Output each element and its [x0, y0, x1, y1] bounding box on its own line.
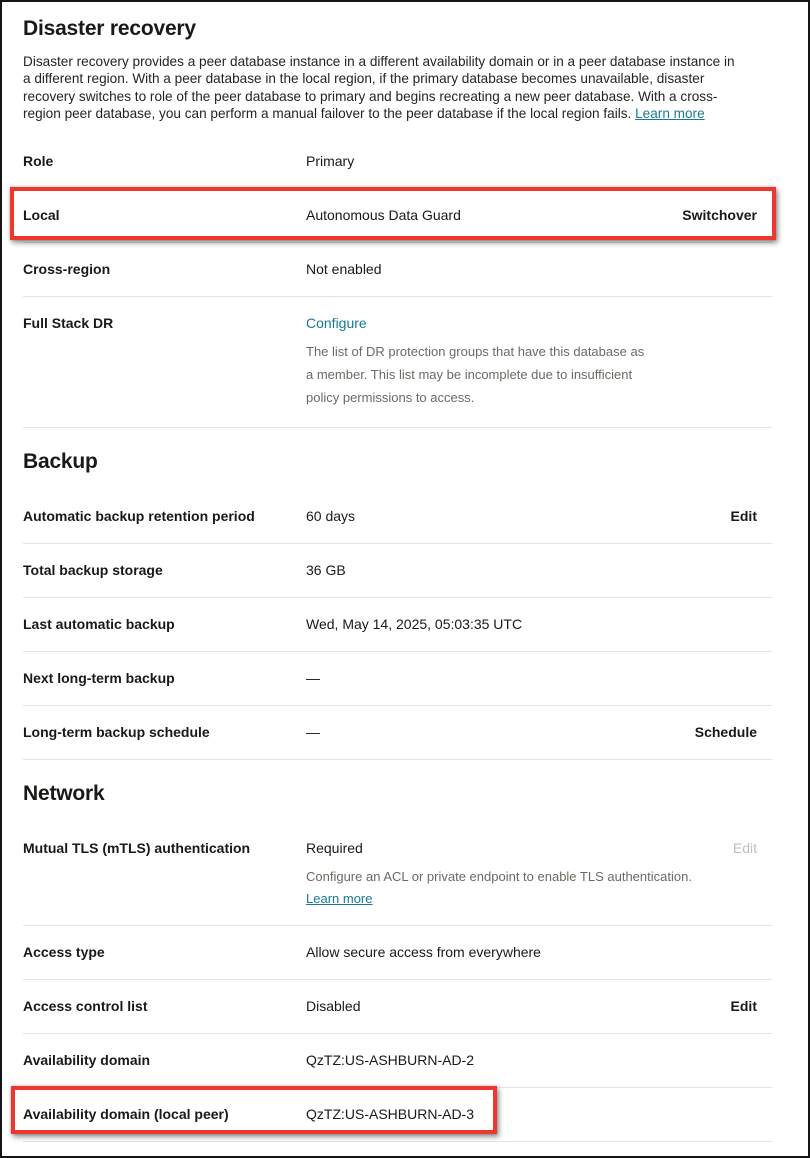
row-value: Not enabled: [306, 261, 382, 277]
row-description-line: a member. This list may be incomplete du…: [306, 363, 726, 386]
row-cross-region: Cross-regionNot enabled: [23, 243, 772, 297]
section-rows-backup: Automatic backup retention period60 days…: [23, 490, 772, 760]
action-schedule[interactable]: Schedule: [683, 724, 757, 741]
section-backup: Backup Automatic backup retention period6…: [23, 450, 772, 760]
row-value-col: Required Configure an ACL or private endp…: [306, 840, 721, 907]
learn-more-link[interactable]: Learn more: [306, 890, 372, 907]
row-value: QzTZ:US-ASHBURN-AD-2: [306, 1052, 474, 1068]
row-value-col: Disabled: [306, 998, 719, 1015]
row-value-col: —: [306, 724, 683, 741]
row-value-col: QzTZ:US-ASHBURN-AD-3: [306, 1106, 772, 1123]
row-label: Availability domain (local peer): [23, 1106, 306, 1123]
configure-link[interactable]: Configure: [306, 315, 367, 331]
row-label: Long-term backup schedule: [23, 724, 306, 741]
row-value-col: 36 GB: [306, 562, 772, 579]
action-switchover[interactable]: Switchover: [670, 207, 757, 224]
section-title-backup: Backup: [23, 450, 772, 474]
row-value-col: —: [306, 670, 772, 687]
row-label: Mutual TLS (mTLS) authentication: [23, 840, 306, 857]
row-value: 60 days: [306, 508, 355, 524]
row-value-col: Primary: [306, 153, 772, 170]
settings-page: Disaster recovery Disaster recovery provi…: [0, 0, 810, 1158]
row-label: Availability domain: [23, 1052, 306, 1069]
row-value-col: Allow secure access from everywhere: [306, 944, 772, 961]
row-description-line: The list of DR protection groups that ha…: [306, 340, 726, 363]
row-value: —: [306, 724, 320, 740]
row-last-automatic-backup: Last automatic backupWed, May 14, 2025, …: [23, 598, 772, 652]
row-label: Access type: [23, 944, 306, 961]
row-automatic-backup-retention-period: Automatic backup retention period60 days…: [23, 490, 772, 544]
learn-more-link[interactable]: Learn more: [635, 106, 705, 121]
row-value: Wed, May 14, 2025, 05:03:35 UTC: [306, 616, 522, 632]
row-label: Full Stack DR: [23, 315, 306, 332]
row-label: Last automatic backup: [23, 616, 306, 633]
row-value: 36 GB: [306, 562, 346, 578]
row-long-term-backup-schedule: Long-term backup schedule— Schedule: [23, 706, 772, 760]
row-value-col: Autonomous Data Guard: [306, 207, 670, 224]
row-value: QzTZ:US-ASHBURN-AD-3: [306, 1106, 474, 1122]
row-availability-domain-local-peer: Availability domain (local peer)QzTZ:US-…: [23, 1088, 772, 1142]
action-edit[interactable]: Edit: [719, 998, 757, 1015]
row-label: Role: [23, 153, 306, 170]
row-description: Configure an ACL or private endpoint to …: [306, 865, 721, 888]
row-description-line: Configure an ACL or private endpoint to …: [306, 865, 721, 888]
row-value: —: [306, 670, 320, 686]
row-value-col: Wed, May 14, 2025, 05:03:35 UTC: [306, 616, 772, 633]
section-title-network: Network: [23, 782, 772, 806]
section-network: Network Mutual TLS (mTLS) authenticationR…: [23, 782, 772, 1142]
section-disaster-recovery: Disaster recovery Disaster recovery provi…: [23, 17, 772, 428]
row-label: Cross-region: [23, 261, 306, 278]
row-value: Primary: [306, 153, 354, 169]
section-rows-disaster-recovery: RolePrimary LocalAutonomous Data Guard Swi…: [23, 135, 772, 428]
row-value: Disabled: [306, 998, 360, 1014]
row-description-line: policy permissions to access.: [306, 386, 726, 409]
settings-panel: Disaster recovery Disaster recovery provi…: [23, 17, 772, 1142]
section-title-disaster-recovery: Disaster recovery: [23, 17, 772, 41]
row-availability-domain: Availability domainQzTZ:US-ASHBURN-AD-2: [23, 1034, 772, 1088]
row-value-col: Not enabled: [306, 261, 772, 278]
row-full-stack-dr: Full Stack DRConfigure The list of DR pro…: [23, 297, 772, 428]
row-access-type: Access typeAllow secure access from ever…: [23, 926, 772, 980]
row-next-long-term-backup: Next long-term backup—: [23, 652, 772, 706]
section-intro-text: Disaster recovery provides a peer databa…: [23, 54, 735, 121]
row-role: RolePrimary: [23, 135, 772, 189]
row-total-backup-storage: Total backup storage36 GB: [23, 544, 772, 598]
row-value: Allow secure access from everywhere: [306, 944, 541, 960]
row-access-control-list: Access control listDisabled Edit: [23, 980, 772, 1034]
row-label: Automatic backup retention period: [23, 508, 306, 525]
row-value-col: 60 days: [306, 508, 719, 525]
action-edit: Edit: [721, 840, 757, 857]
row-mutual-tls-mtls-authentication: Mutual TLS (mTLS) authenticationRequired…: [23, 822, 772, 926]
section-intro: Disaster recovery provides a peer databa…: [23, 53, 772, 123]
row-value-col: QzTZ:US-ASHBURN-AD-2: [306, 1052, 772, 1069]
row-local: LocalAutonomous Data Guard Switchover: [23, 189, 772, 243]
row-label: Access control list: [23, 998, 306, 1015]
row-value: Required: [306, 840, 363, 856]
row-label: Next long-term backup: [23, 670, 306, 687]
section-rows-network: Mutual TLS (mTLS) authenticationRequired…: [23, 822, 772, 1142]
row-label: Total backup storage: [23, 562, 306, 579]
row-label: Local: [23, 207, 306, 224]
row-description: The list of DR protection groups that ha…: [306, 340, 726, 409]
row-value: Autonomous Data Guard: [306, 207, 461, 223]
action-edit[interactable]: Edit: [719, 508, 757, 525]
row-value-col: Configure The list of DR protection group…: [306, 315, 772, 409]
